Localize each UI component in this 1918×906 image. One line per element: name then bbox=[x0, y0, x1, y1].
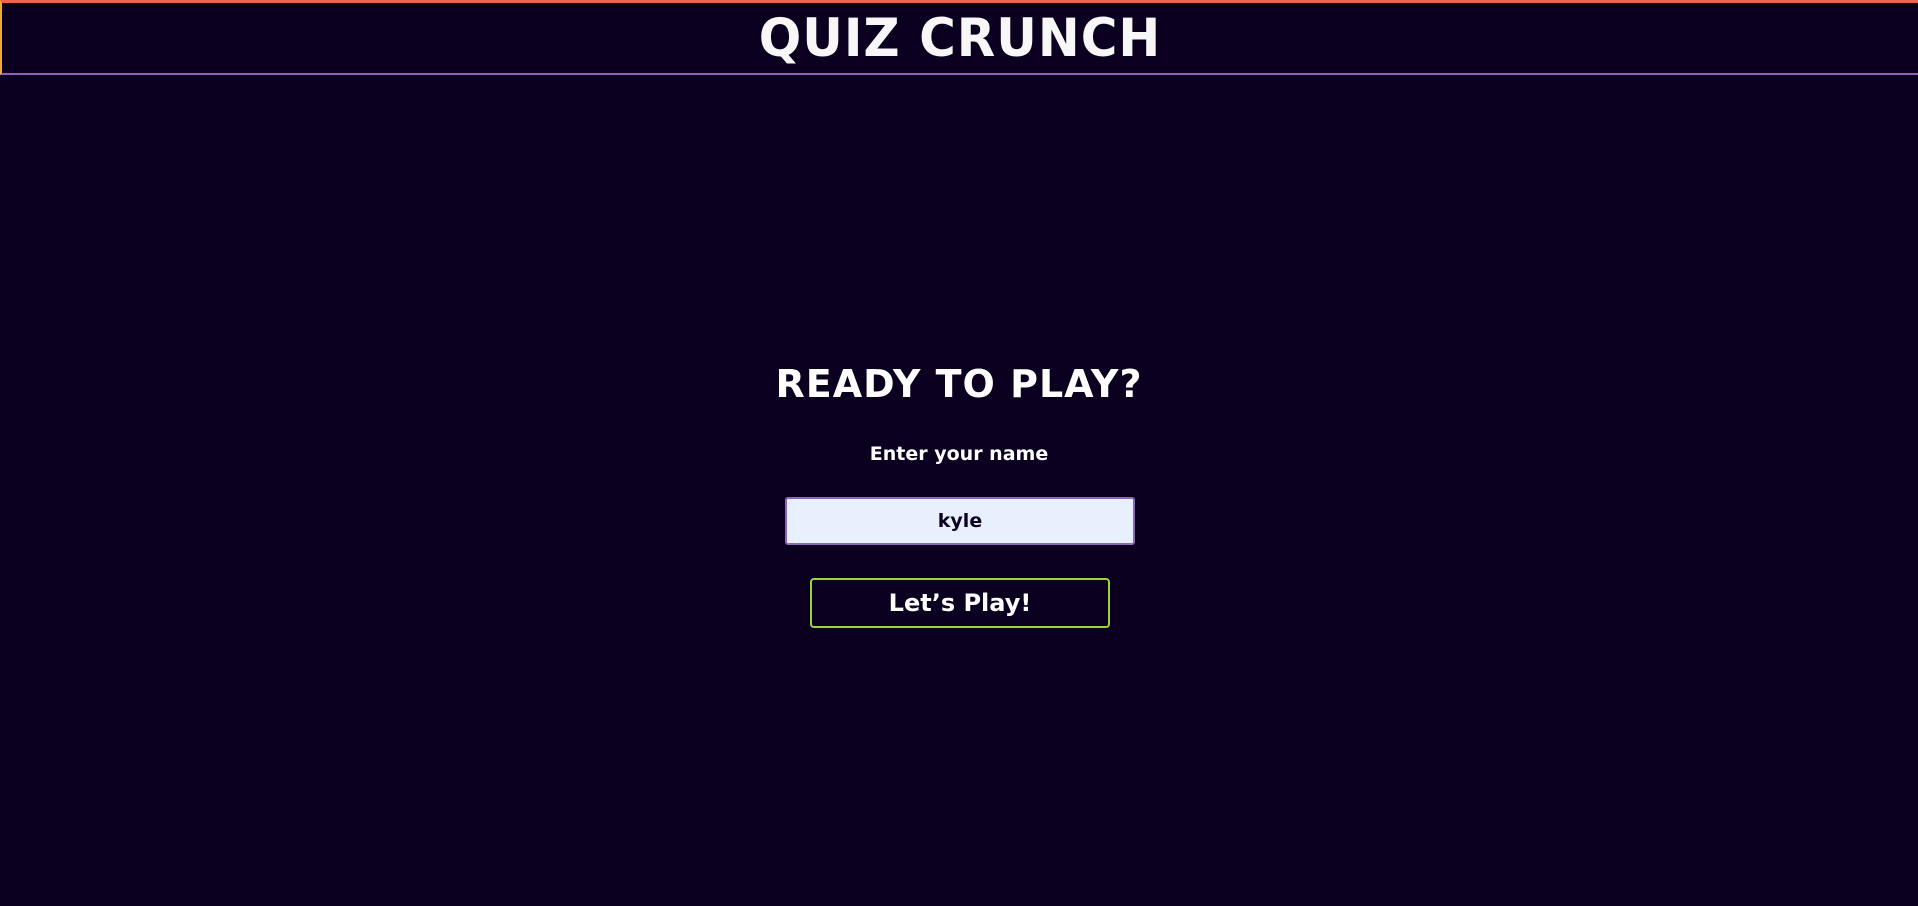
name-input[interactable] bbox=[785, 497, 1135, 545]
app-title: QUIZ CRUNCH bbox=[758, 7, 1162, 69]
lets-play-button[interactable]: Let’s Play! bbox=[810, 578, 1110, 628]
app-header: QUIZ CRUNCH bbox=[0, 0, 1918, 75]
start-screen: READY TO PLAY? Enter your name Let’s Pla… bbox=[0, 75, 1918, 906]
name-label: Enter your name bbox=[869, 443, 1049, 465]
ready-heading: READY TO PLAY? bbox=[775, 362, 1143, 406]
